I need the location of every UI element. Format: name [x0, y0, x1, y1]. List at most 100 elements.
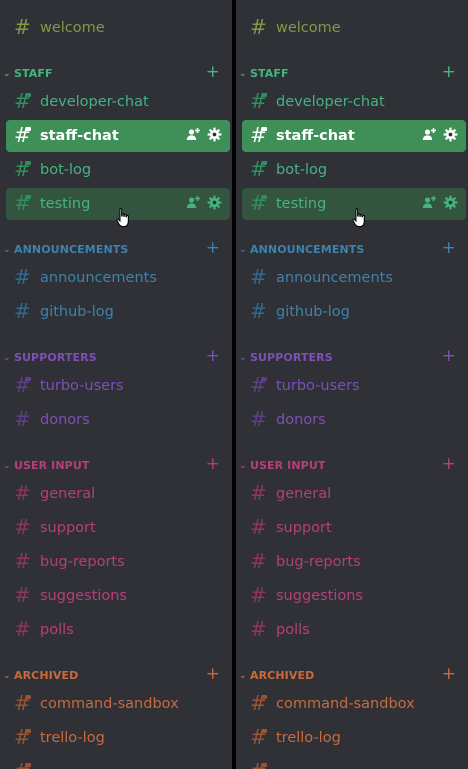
channel-name: trello-log — [40, 730, 105, 746]
hand-pointer-icon — [352, 208, 366, 228]
hashtag-icon: # — [14, 549, 31, 573]
chevron-down-icon: ⌄ — [239, 353, 247, 363]
hashtag-icon: # — [14, 515, 31, 539]
lock-icon — [26, 695, 31, 699]
gear-icon[interactable] — [443, 127, 458, 142]
category-label: ARCHIVED — [14, 669, 79, 682]
channel-staff-chat[interactable]: # staff-chat — [242, 120, 466, 152]
channel-actions — [186, 195, 222, 211]
category-archived[interactable]: ⌄ ARCHIVED + — [0, 666, 232, 684]
add-channel-icon[interactable]: + — [206, 64, 220, 81]
category-user-input[interactable]: ⌄ USER INPUT + — [0, 456, 232, 474]
add-channel-icon[interactable]: + — [442, 240, 456, 257]
channel-bug-reports[interactable]: # bug-reports — [242, 546, 466, 578]
category-staff[interactable]: ⌄ STAFF + — [236, 64, 468, 82]
channel-github-log[interactable]: # github-log — [6, 296, 230, 328]
channel-suggestions[interactable]: # suggestions — [242, 580, 466, 612]
add-member-icon[interactable] — [186, 195, 201, 210]
channel-name: suggestions — [276, 588, 363, 604]
channel-donors[interactable]: # donors — [6, 404, 230, 436]
add-channel-icon[interactable]: + — [442, 64, 456, 81]
channel-name: general — [276, 486, 332, 502]
channel-partial-row[interactable]: # — [242, 756, 466, 769]
lock-icon — [26, 93, 31, 97]
channel-name: turbo-users — [40, 378, 124, 394]
add-channel-icon[interactable]: + — [206, 240, 220, 257]
category-archived[interactable]: ⌄ ARCHIVED + — [236, 666, 468, 684]
channel-staff-chat[interactable]: # staff-chat — [6, 120, 230, 152]
hashtag-icon: # — [250, 515, 267, 539]
lock-icon — [262, 695, 267, 699]
channel-polls[interactable]: # polls — [242, 614, 466, 646]
lock-icon — [262, 729, 267, 733]
channel-donors[interactable]: # donors — [242, 404, 466, 436]
channel-support[interactable]: # support — [242, 512, 466, 544]
hashtag-icon: # — [250, 265, 267, 289]
channel-name: donors — [40, 412, 90, 428]
add-member-icon[interactable] — [422, 195, 437, 210]
channel-announcements[interactable]: # announcements — [242, 262, 466, 294]
channel-name: suggestions — [40, 588, 127, 604]
channel-sidebar-right: # welcome ⌄ STAFF + # developer-chat # staff-cha… — [236, 0, 468, 769]
lock-icon — [262, 763, 267, 767]
chevron-down-icon: ⌄ — [3, 671, 11, 681]
channel-bot-log[interactable]: # bot-log — [6, 154, 230, 186]
hashtag-icon: # — [14, 407, 31, 431]
channel-name: polls — [40, 622, 74, 638]
category-user-input[interactable]: ⌄ USER INPUT + — [236, 456, 468, 474]
add-channel-icon[interactable]: + — [442, 348, 456, 365]
gear-icon[interactable] — [207, 195, 222, 210]
channel-name: trello-log — [276, 730, 341, 746]
channel-name: staff-chat — [40, 128, 119, 144]
lock-icon — [26, 763, 31, 767]
channel-name: bot-log — [276, 162, 328, 178]
channel-bot-log[interactable]: # bot-log — [242, 154, 466, 186]
add-channel-icon[interactable]: + — [442, 666, 456, 683]
category-supporters[interactable]: ⌄ SUPPORTERS + — [0, 348, 232, 366]
channel-general[interactable]: # general — [242, 478, 466, 510]
channel-support[interactable]: # support — [6, 512, 230, 544]
add-channel-icon[interactable]: + — [442, 456, 456, 473]
channel-name: staff-chat — [276, 128, 355, 144]
channel-actions — [186, 127, 222, 143]
gear-icon[interactable] — [207, 127, 222, 142]
channel-turbo-users[interactable]: # turbo-users — [242, 370, 466, 402]
channel-command-sandbox[interactable]: # command-sandbox — [6, 688, 230, 720]
channel-developer-chat[interactable]: # developer-chat — [6, 86, 230, 118]
channel-name: announcements — [276, 270, 393, 286]
add-channel-icon[interactable]: + — [206, 666, 220, 683]
gear-icon[interactable] — [443, 195, 458, 210]
add-member-icon[interactable] — [422, 127, 437, 142]
channel-name: testing — [40, 196, 91, 212]
channel-trello-log[interactable]: # trello-log — [242, 722, 466, 754]
channel-welcome[interactable]: # welcome — [6, 12, 230, 44]
channel-bug-reports[interactable]: # bug-reports — [6, 546, 230, 578]
category-supporters[interactable]: ⌄ SUPPORTERS + — [236, 348, 468, 366]
channel-polls[interactable]: # polls — [6, 614, 230, 646]
category-announcements[interactable]: ⌄ ANNOUNCEMENTS + — [236, 240, 468, 258]
channel-name: turbo-users — [276, 378, 360, 394]
category-label: SUPPORTERS — [250, 351, 333, 364]
channel-trello-log[interactable]: # trello-log — [6, 722, 230, 754]
category-label: ANNOUNCEMENTS — [14, 243, 129, 256]
lock-icon — [26, 127, 31, 131]
channel-announcements[interactable]: # announcements — [6, 262, 230, 294]
add-channel-icon[interactable]: + — [206, 456, 220, 473]
category-label: STAFF — [14, 67, 53, 80]
channel-github-log[interactable]: # github-log — [242, 296, 466, 328]
add-member-icon[interactable] — [186, 127, 201, 142]
channel-command-sandbox[interactable]: # command-sandbox — [242, 688, 466, 720]
category-announcements[interactable]: ⌄ ANNOUNCEMENTS + — [0, 240, 232, 258]
channel-welcome[interactable]: # welcome — [242, 12, 466, 44]
lock-icon — [26, 377, 31, 381]
channel-developer-chat[interactable]: # developer-chat — [242, 86, 466, 118]
add-channel-icon[interactable]: + — [206, 348, 220, 365]
channel-sidebar-left: # welcome ⌄ STAFF + # developer-chat # staff-cha… — [0, 0, 232, 769]
channel-suggestions[interactable]: # suggestions — [6, 580, 230, 612]
channel-general[interactable]: # general — [6, 478, 230, 510]
category-label: USER INPUT — [250, 459, 326, 472]
channel-turbo-users[interactable]: # turbo-users — [6, 370, 230, 402]
hashtag-icon: # — [250, 583, 267, 607]
channel-partial-row[interactable]: # — [6, 756, 230, 769]
category-staff[interactable]: ⌄ STAFF + — [0, 64, 232, 82]
